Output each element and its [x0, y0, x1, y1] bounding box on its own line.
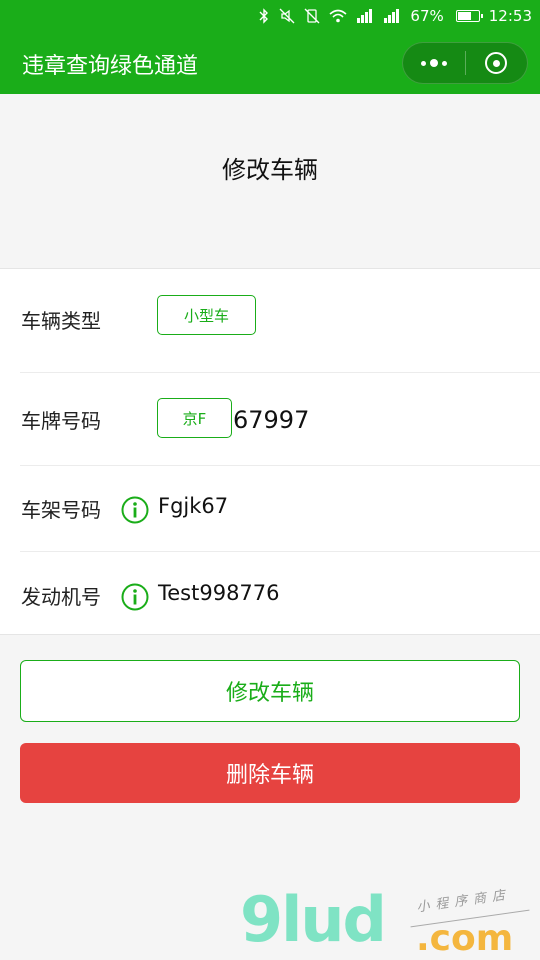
vehicle-type-label: 车辆类型 — [21, 309, 101, 333]
nav-bar: 违章查询绿色通道 — [0, 32, 540, 94]
vehicle-type-selector[interactable]: 小型车 — [157, 295, 256, 335]
watermark-logo: 9lud 小程序商店 .com — [240, 883, 540, 960]
frame-label: 车架号码 — [21, 498, 101, 522]
page-title: 修改车辆 — [222, 156, 318, 184]
battery-icon — [453, 10, 483, 22]
engine-label: 发动机号 — [21, 585, 101, 609]
plate-prefix-selector[interactable]: 京F — [157, 398, 232, 438]
info-icon[interactable] — [121, 496, 149, 524]
plate-row: 车牌号码 京F 67997 — [0, 373, 540, 465]
clock: 12:53 — [488, 7, 532, 25]
vehicle-type-row: 车辆类型 小型车 — [0, 269, 540, 372]
watermark-suffix: .com — [416, 918, 514, 959]
nav-title: 违章查询绿色通道 — [22, 54, 199, 79]
close-button[interactable] — [466, 43, 528, 83]
battery-percent: 67% — [410, 7, 444, 25]
more-dots-icon — [420, 59, 447, 67]
vehicle-form: 车辆类型 小型车 车牌号码 京F 67997 车架号码 Fgjk67 发动机号 … — [0, 268, 540, 635]
signal-icon — [356, 9, 374, 23]
watermark-caption: 小程序商店 — [415, 887, 512, 916]
frame-row: 车架号码 Fgjk67 — [0, 466, 540, 551]
status-bar: 67% 12:53 — [0, 0, 540, 32]
close-target-icon — [485, 52, 508, 74]
signal-icon-2 — [383, 9, 401, 23]
delete-vehicle-button[interactable]: 删除车辆 — [20, 743, 520, 803]
mute-icon — [279, 8, 295, 24]
mini-program-capsule — [402, 42, 528, 84]
vibrate-icon — [304, 8, 320, 24]
plate-label: 车牌号码 — [21, 409, 101, 433]
engine-number-input[interactable]: Test998776 — [158, 581, 280, 605]
info-icon[interactable] — [121, 583, 149, 611]
frame-number-input[interactable]: Fgjk67 — [158, 494, 228, 518]
bluetooth-icon — [258, 8, 270, 24]
watermark-brand: 9lud — [240, 883, 387, 956]
more-button[interactable] — [403, 43, 465, 83]
engine-row: 发动机号 Test998776 — [0, 552, 540, 636]
top-bar: 67% 12:53 违章查询绿色通道 — [0, 0, 540, 94]
plate-number-input[interactable]: 67997 — [233, 406, 309, 434]
edit-vehicle-button[interactable]: 修改车辆 — [20, 660, 520, 722]
wifi-icon — [329, 9, 347, 23]
